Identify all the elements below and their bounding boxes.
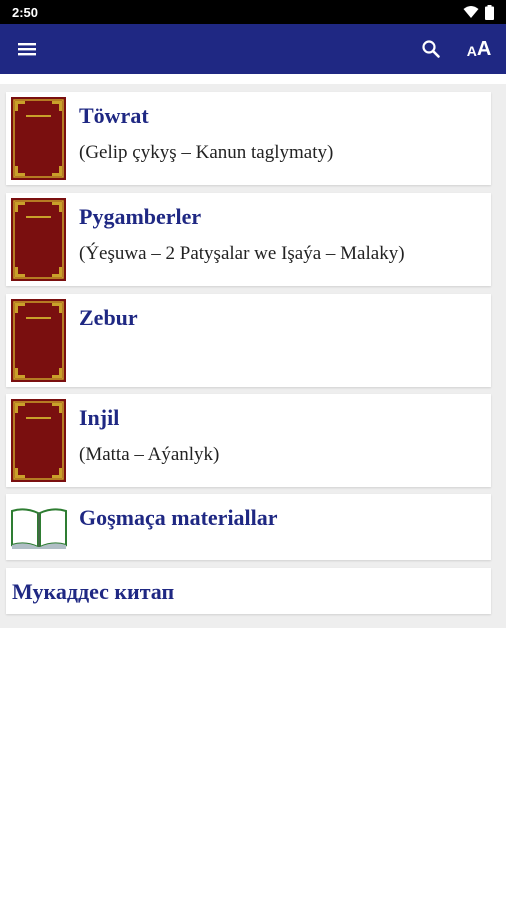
hamburger-menu-icon	[18, 43, 36, 56]
search-button[interactable]	[416, 34, 446, 64]
book-title: Zebur	[79, 305, 138, 330]
search-icon	[422, 40, 440, 58]
book-cover-icon	[11, 299, 66, 382]
book-subtitle: (Matta – Aýanlyk)	[79, 444, 220, 465]
extra-materials-title: Goşmaça materiallar	[79, 505, 278, 530]
status-icons	[463, 4, 494, 20]
book-title: Injil	[79, 405, 120, 430]
cyrillic-bible-title: Мукаддес китап	[12, 579, 175, 604]
book-cover-icon	[11, 198, 66, 281]
app-bar: AA	[0, 24, 506, 74]
book-title: Pygamberler	[79, 204, 202, 229]
menu-button[interactable]	[12, 34, 42, 64]
book-item-injil[interactable]: Injil (Matta – Aýanlyk)	[6, 394, 491, 487]
status-bar: 2:50	[0, 0, 506, 24]
wifi-icon	[463, 6, 479, 18]
book-cover-icon	[11, 399, 66, 482]
book-list: Töwrat (Gelip çykyş – Kanun taglymaty) P…	[0, 84, 506, 628]
book-item-pygamberler[interactable]: Pygamberler (Ýeşuwa – 2 Patyşalar we Işa…	[6, 193, 491, 286]
font-size-button[interactable]: AA	[464, 34, 494, 64]
book-subtitle: (Ýeşuwa – 2 Patyşalar we Işaýa – Malaky)	[79, 243, 405, 264]
book-item-zebur[interactable]: Zebur	[6, 294, 491, 387]
extra-materials-item[interactable]: Goşmaça materiallar	[6, 494, 491, 560]
text-size-icon: AA	[466, 38, 492, 60]
book-title: Töwrat	[79, 103, 149, 128]
cyrillic-bible-item[interactable]: Мукаддес китап	[6, 568, 491, 614]
battery-icon	[485, 4, 494, 20]
status-time: 2:50	[12, 4, 39, 20]
book-subtitle: (Gelip çykyş – Kanun taglymaty)	[79, 142, 334, 163]
open-book-icon	[11, 508, 67, 549]
book-cover-icon	[11, 97, 66, 180]
app-bar-actions: AA	[416, 34, 494, 64]
book-item-towrat[interactable]: Töwrat (Gelip çykyş – Kanun taglymaty)	[6, 92, 491, 185]
